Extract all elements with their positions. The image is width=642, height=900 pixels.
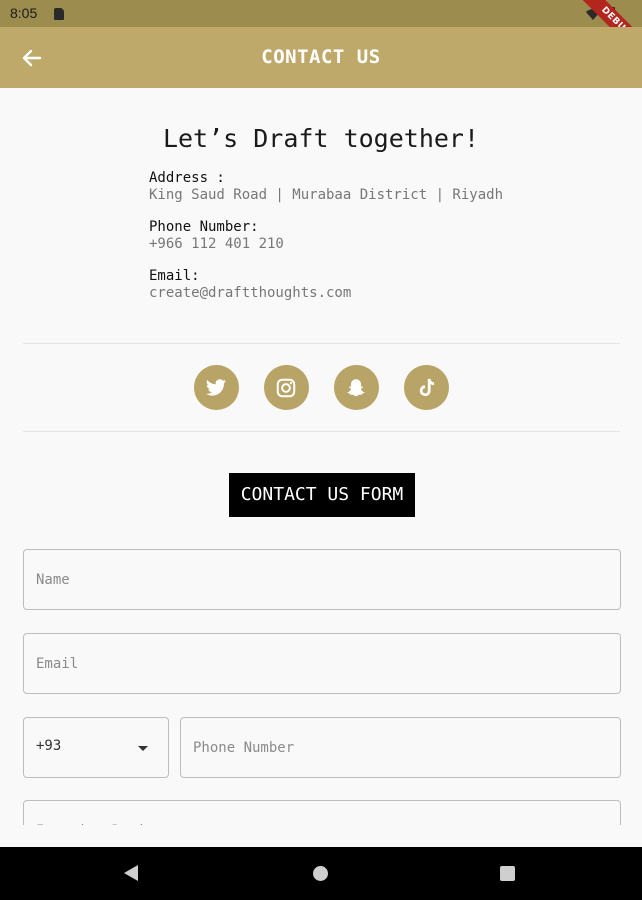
address-value: King Saud Road | Murabaa District | Riya… [149,187,504,203]
status-time: 8:05 [10,5,38,21]
page-title: CONTACT US [261,46,381,68]
instagram-icon [276,378,296,397]
tiktok-button[interactable] [403,365,449,410]
status-bar: 8:05 DEBUG [0,0,642,71]
nav-recents-icon[interactable] [500,866,515,881]
back-button[interactable] [14,40,50,76]
phone-number-input[interactable] [180,717,621,778]
nav-back-icon[interactable] [124,865,138,881]
divider [23,431,620,432]
email-value[interactable]: create@draftthoughts.com [149,285,351,302]
snapchat-button[interactable] [333,365,379,410]
app-bar: CONTACT US [0,27,642,88]
contact-headline: Let’s Draft together! [162,124,480,153]
nav-home-icon[interactable] [313,866,328,881]
dropdown-arrow-icon [138,746,148,751]
address-label: Address : [149,170,225,186]
email-input[interactable] [23,633,621,694]
name-input[interactable] [23,549,621,610]
country-code-value: +93 [36,738,62,754]
snapchat-icon [347,378,365,396]
form-title: CONTACT US FORM [229,473,415,517]
content-scroll-area[interactable]: Let’s Draft together! Address : King Sau… [0,88,642,825]
arrow-left-icon [22,49,42,67]
phone-value[interactable]: +966 112 401 210 [149,236,284,253]
divider [23,343,620,344]
system-nav-bar [0,847,642,900]
twitter-button[interactable] [193,365,239,410]
sim-card-icon [54,8,64,20]
twitter-icon [205,378,227,396]
address-block: Address : King Saud Road | Murabaa Distr… [149,170,503,204]
phone-label: Phone Number: [149,219,259,235]
email-label: Email: [149,268,200,284]
social-links [0,365,642,410]
tiktok-icon [419,378,435,396]
email-block: Email: create@draftthoughts.com [149,268,351,302]
phone-block: Phone Number: +966 112 401 210 [149,219,284,253]
country-code-dropdown[interactable]: +93 [23,717,169,778]
interior-design-input[interactable] [23,800,621,825]
instagram-button[interactable] [263,365,309,410]
